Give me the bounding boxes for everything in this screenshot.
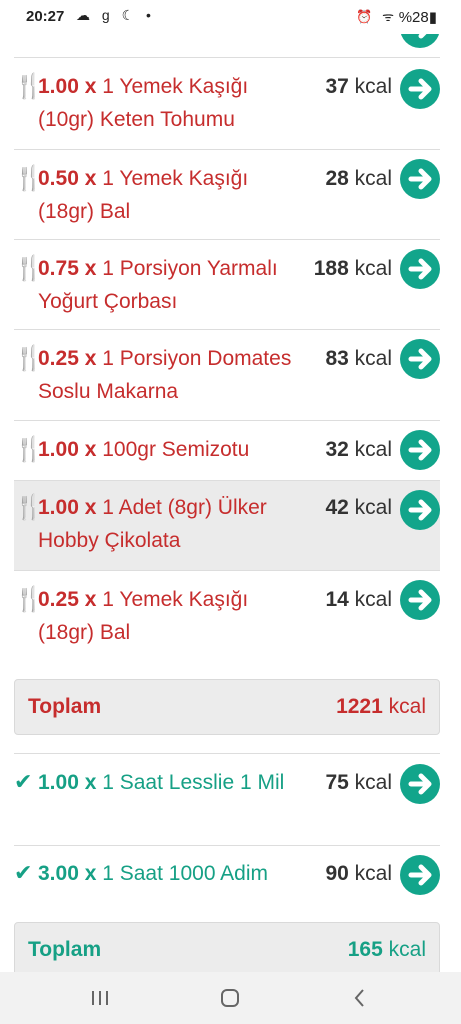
kcal-unit: kcal	[354, 771, 392, 794]
food-qty: 0.25 x	[38, 588, 97, 611]
kcal-value: 1221	[336, 695, 383, 718]
exercise-row[interactable]: ✔ 1.00 x 1 Saat Lesslie 1 Mil 75 kcal	[14, 754, 440, 846]
kcal-value: 42	[325, 496, 349, 519]
android-nav-bar	[0, 972, 461, 1024]
exercise-kcal: 75 kcal	[325, 771, 392, 795]
kcal-value: 188	[313, 257, 349, 280]
food-item-text: 1.00 x 100gr Semizotu	[38, 433, 338, 466]
food-row[interactable]: 🍴 1.00 x 1 Yemek Kaşığı (10gr) Keten Toh…	[14, 58, 440, 150]
arrow-right-circle-icon[interactable]	[400, 159, 440, 199]
kcal-value: 14	[325, 588, 349, 611]
arrow-right-circle-icon[interactable]	[400, 580, 440, 620]
kcal-value: 37	[325, 75, 349, 98]
food-qty: 0.25 x	[38, 347, 97, 370]
kcal-unit: kcal	[354, 588, 392, 611]
food-desc: 100gr Semizotu	[102, 438, 250, 461]
arrow-right-circle-icon[interactable]	[400, 855, 440, 895]
food-row[interactable]: 🍴 0.50 x 1 Yemek Kaşığı (18gr) Bal 28 kc…	[14, 150, 440, 240]
food-item-text: 0.75 x 1 Porsiyon Yarmalı Yoğurt Çorbası	[38, 252, 308, 318]
kcal-unit: kcal	[354, 257, 392, 280]
kcal-unit: kcal	[354, 167, 392, 190]
food-item-text: 0.25 x 1 Porsiyon Domates Soslu Makarna	[38, 342, 308, 408]
food-qty: 0.75 x	[38, 257, 97, 280]
kcal-value: 165	[347, 938, 383, 961]
exercise-item-text: 3.00 x 1 Saat 1000 Adim	[38, 857, 338, 890]
battery-icon: %28▮	[398, 9, 437, 26]
food-kcal: 188 kcal	[314, 257, 392, 281]
food-item-text: 1.00 x 1 Adet (8gr) Ülker Hobby Çikolata	[38, 491, 308, 557]
food-row[interactable]: 🍴 1.00 x 1 Adet (8gr) Ülker Hobby Çikola…	[14, 481, 440, 571]
arrow-right-circle-icon[interactable]	[400, 430, 440, 470]
arrow-right-circle-icon[interactable]	[400, 339, 440, 379]
system-icons: ⏰ ᯤ	[356, 9, 397, 24]
exercise-qty: 3.00 x	[38, 862, 97, 885]
notification-icons: ☁ g ☾ •	[76, 7, 155, 23]
checkmark-icon: ✔	[14, 769, 33, 794]
food-total-label: Toplam	[28, 695, 102, 718]
exercise-total-box: Toplam 165 kcal	[14, 922, 440, 972]
food-kcal: 28 kcal	[325, 167, 392, 191]
food-kcal: 37 kcal	[325, 75, 392, 99]
checkmark-icon: ✔	[14, 860, 33, 885]
kcal-unit: kcal	[354, 347, 392, 370]
food-qty: 1.00 x	[38, 75, 97, 98]
food-kcal: 32 kcal	[325, 438, 392, 462]
status-time: 20:27	[26, 8, 65, 25]
food-kcal: 42 kcal	[325, 496, 392, 520]
arrow-right-circle-icon[interactable]	[400, 69, 440, 109]
food-qty: 0.50 x	[38, 167, 97, 190]
kcal-unit: kcal	[354, 75, 392, 98]
back-icon[interactable]	[348, 986, 372, 1010]
food-row[interactable]: 🍴 0.75 x 1 Porsiyon Yarmalı Yoğurt Çorba…	[14, 240, 440, 330]
food-total-box: Toplam 1221 kcal	[14, 679, 440, 735]
food-item-text: 0.25 x 1 Yemek Kaşığı (18gr) Bal	[38, 583, 308, 649]
exercise-total-label: Toplam	[28, 938, 102, 961]
recent-apps-icon[interactable]	[88, 986, 112, 1010]
exercise-item-text: 1.00 x 1 Saat Lesslie 1 Mil	[38, 766, 308, 799]
food-row[interactable]: 🍴 0.25 x 1 Yemek Kaşığı (18gr) Bal 14 kc…	[14, 571, 440, 661]
kcal-value: 90	[325, 862, 349, 885]
kcal-value: 83	[325, 347, 349, 370]
kcal-unit: kcal	[388, 938, 426, 961]
kcal-value: 32	[325, 438, 349, 461]
arrow-right-circle-icon[interactable]	[400, 249, 440, 289]
food-item-text: 0.50 x 1 Yemek Kaşığı (18gr) Bal	[38, 162, 308, 228]
arrow-right-circle-icon[interactable]	[400, 490, 440, 530]
home-icon[interactable]	[218, 986, 242, 1010]
food-qty: 1.00 x	[38, 438, 97, 461]
exercise-desc: 1 Saat 1000 Adim	[102, 862, 269, 885]
exercise-qty: 1.00 x	[38, 771, 97, 794]
kcal-unit: kcal	[354, 496, 392, 519]
food-item-text: 1.00 x 1 Yemek Kaşığı (10gr) Keten Tohum…	[38, 70, 308, 136]
exercise-desc: 1 Saat Lesslie 1 Mil	[102, 771, 285, 794]
food-qty: 1.00 x	[38, 496, 97, 519]
kcal-value: 75	[325, 771, 349, 794]
food-total-value: 1221 kcal	[336, 695, 426, 719]
food-kcal: 14 kcal	[325, 588, 392, 612]
meal-log-content: 🍴 1.00 x 1 Yemek Kaşığı (10gr) Keten Toh…	[0, 0, 461, 972]
status-bar: 20:27 ☁ g ☾ • ⏰ ᯤ %28▮	[0, 0, 461, 34]
exercise-kcal: 90 kcal	[325, 862, 392, 886]
kcal-unit: kcal	[354, 862, 392, 885]
arrow-right-circle-icon[interactable]	[400, 764, 440, 804]
battery-level: %28	[398, 9, 429, 26]
exercise-row[interactable]: ✔ 3.00 x 1 Saat 1000 Adim 90 kcal	[14, 846, 440, 906]
kcal-unit: kcal	[388, 695, 426, 718]
food-row[interactable]: 🍴 0.25 x 1 Porsiyon Domates Soslu Makarn…	[14, 330, 440, 421]
kcal-unit: kcal	[354, 438, 392, 461]
kcal-value: 28	[325, 167, 349, 190]
food-kcal: 83 kcal	[325, 347, 392, 371]
exercise-total-value: 165 kcal	[348, 938, 426, 962]
food-row[interactable]: 🍴 1.00 x 100gr Semizotu 32 kcal	[14, 421, 440, 481]
